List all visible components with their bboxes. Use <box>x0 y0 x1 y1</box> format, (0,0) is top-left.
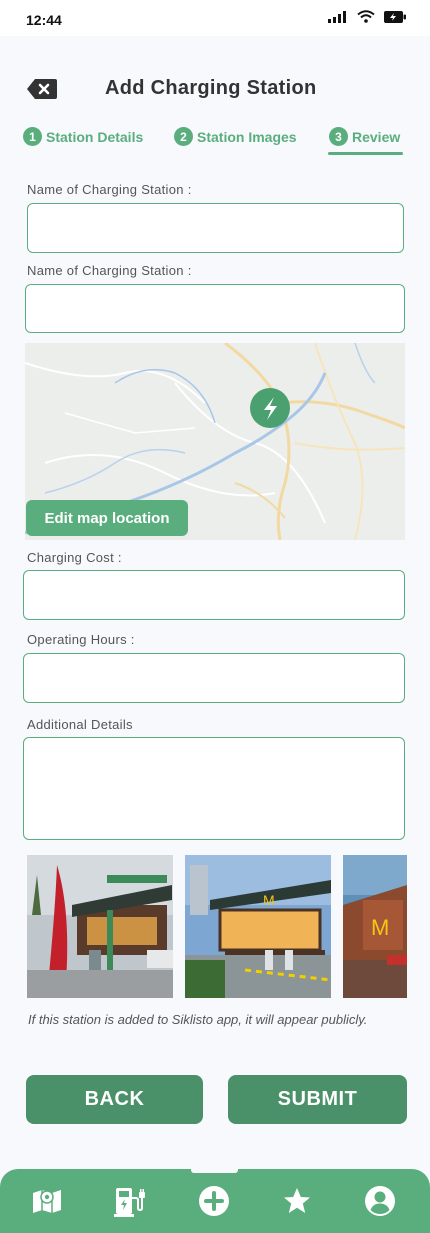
additional-details-textarea[interactable] <box>23 737 405 840</box>
signal-icon <box>328 10 346 23</box>
step-number: 3 <box>329 127 348 146</box>
station-photo-1[interactable] <box>27 855 173 998</box>
status-time: 12:44 <box>26 12 62 28</box>
step-review[interactable]: 3 Review <box>329 127 400 146</box>
step-label: Station Images <box>197 128 297 145</box>
operating-hours-input[interactable] <box>23 653 405 703</box>
status-icons <box>328 10 406 23</box>
station-name-input[interactable] <box>27 203 404 253</box>
submit-button[interactable]: SUBMIT <box>228 1075 407 1124</box>
nav-profile[interactable] <box>363 1184 397 1218</box>
back-button[interactable]: BACK <box>26 1075 203 1124</box>
status-bar: 12:44 <box>0 0 430 36</box>
bottom-navigation <box>0 1167 430 1233</box>
page-title: Add Charging Station <box>105 77 317 99</box>
battery-charging-icon <box>384 10 406 23</box>
station-name-label: Name of Charging Station : <box>27 182 192 197</box>
step-indicator: 1 Station Details 2 Station Images 3 Rev… <box>0 127 430 157</box>
station-name-label-2: Name of Charging Station : <box>27 263 192 278</box>
public-visibility-note: If this station is added to Siklisto app… <box>28 1012 368 1027</box>
station-photo-3[interactable]: M <box>343 855 407 998</box>
nav-active-indicator <box>191 1167 238 1173</box>
header: Add Charging Station <box>0 70 430 110</box>
nav-favorites[interactable] <box>280 1184 314 1218</box>
step-label: Review <box>352 128 401 145</box>
account-icon <box>365 1186 395 1216</box>
step-number: 2 <box>174 127 193 146</box>
svg-text:M: M <box>263 892 275 908</box>
ev-charger-icon <box>114 1188 145 1217</box>
station-name-input-2[interactable] <box>25 284 405 333</box>
map-icon <box>33 1190 61 1213</box>
svg-text:M: M <box>371 915 389 940</box>
backspace-icon[interactable] <box>26 78 58 100</box>
step-station-details[interactable]: 1 Station Details <box>23 127 143 146</box>
station-photo-2[interactable]: M <box>185 855 331 998</box>
active-step-underline <box>328 152 403 155</box>
additional-details-label: Additional Details <box>27 717 133 732</box>
nav-charging-stations[interactable] <box>113 1184 147 1218</box>
step-station-images[interactable]: 2 Station Images <box>174 127 297 146</box>
charging-cost-input[interactable] <box>23 570 405 620</box>
nav-map[interactable] <box>30 1184 64 1218</box>
step-label: Station Details <box>46 128 144 145</box>
charging-cost-label: Charging Cost : <box>27 550 122 565</box>
add-circle-icon <box>199 1186 229 1216</box>
star-icon <box>284 1188 310 1213</box>
nav-add-station[interactable] <box>197 1184 231 1218</box>
wifi-icon <box>357 10 375 23</box>
step-number: 1 <box>23 127 42 146</box>
operating-hours-label: Operating Hours : <box>27 632 135 647</box>
edit-map-location-button[interactable]: Edit map location <box>26 500 188 536</box>
